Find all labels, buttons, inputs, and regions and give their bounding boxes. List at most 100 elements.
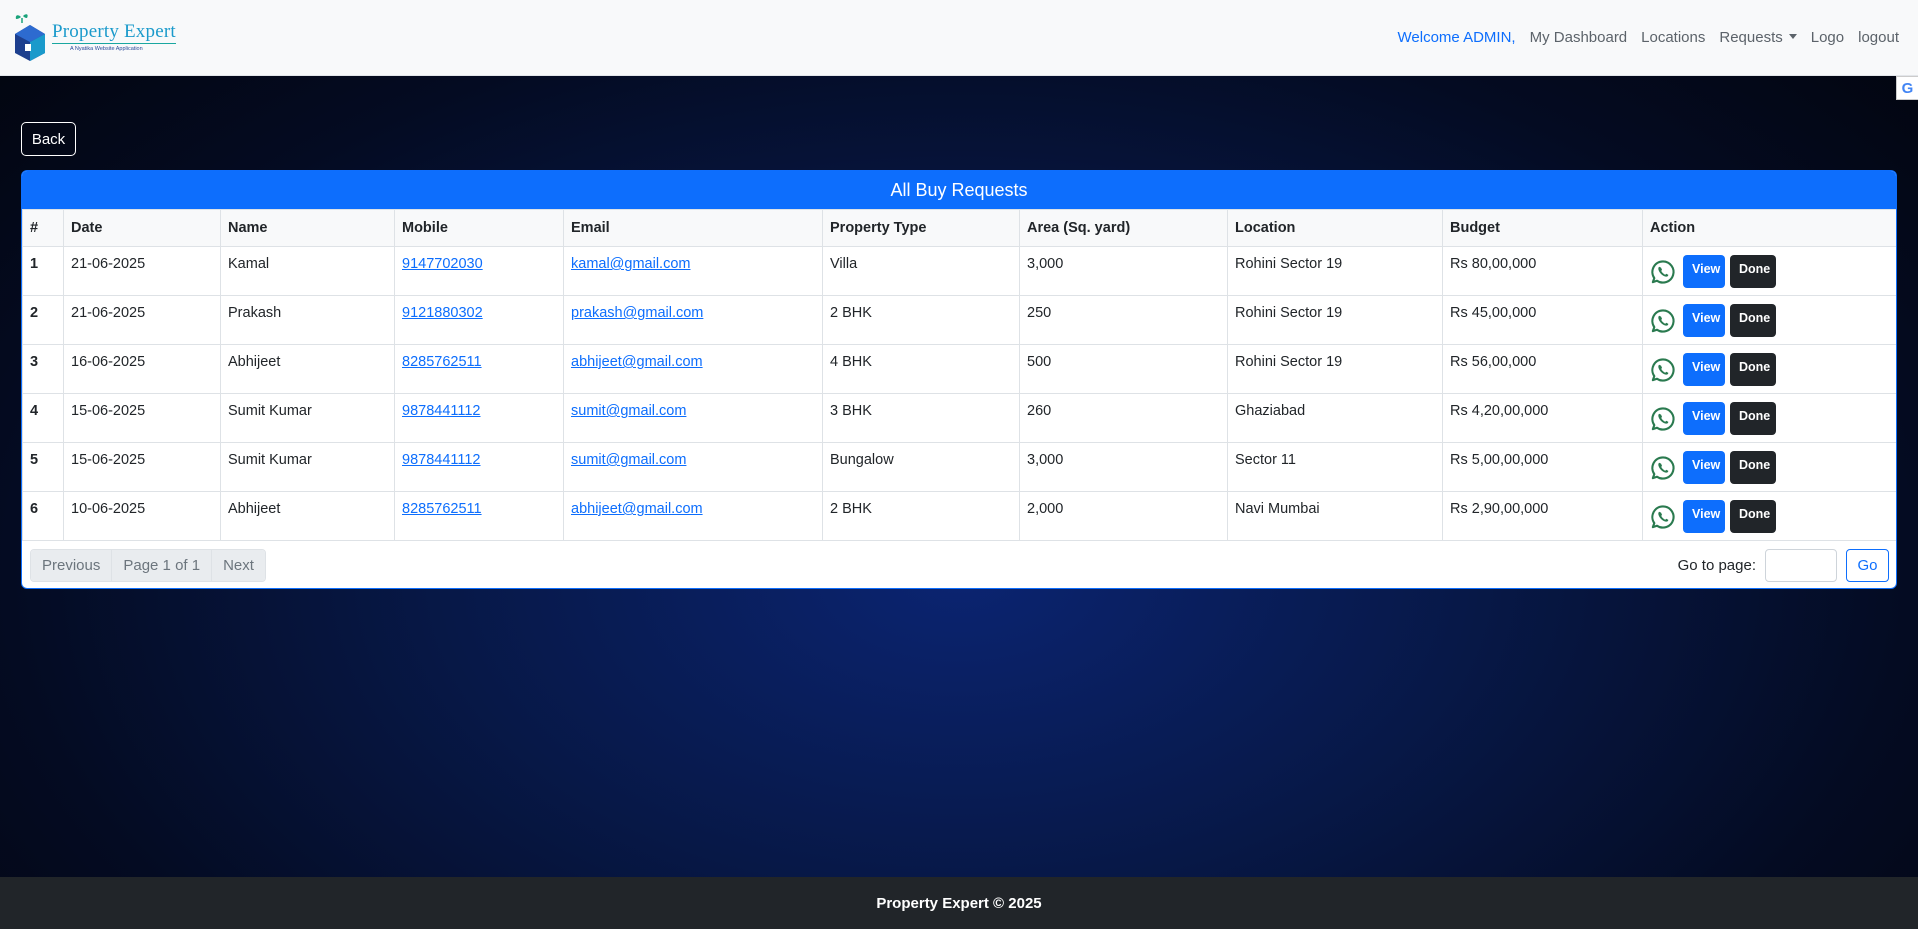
mobile-link[interactable]: 8285762511 (402, 354, 482, 370)
cell-action: View Done (1642, 491, 1896, 541)
cell-property-type: 2 BHK (822, 491, 1020, 541)
done-button[interactable]: Done (1730, 304, 1776, 337)
table-row: 1 21-06-2025 Kamal 9147702030 kamal@gmail.co… (22, 246, 1896, 296)
cell-mobile: 8285762511 (394, 491, 564, 541)
email-link[interactable]: abhijeet@gmail.com (571, 501, 703, 517)
view-button[interactable]: View (1683, 304, 1725, 337)
nav-link-logout[interactable]: logout (1851, 29, 1906, 46)
whatsapp-icon[interactable] (1650, 504, 1676, 530)
column-header: Area (Sq. yard) (1019, 209, 1228, 247)
table-row: 4 15-06-2025 Sumit Kumar 9878441112 sumit@gm… (22, 393, 1896, 443)
cell-action: View Done (1642, 344, 1896, 394)
cell-name: Prakash (220, 295, 395, 345)
whatsapp-icon[interactable] (1650, 406, 1676, 432)
email-link[interactable]: sumit@gmail.com (571, 403, 686, 419)
page-info: Page 1 of 1 (112, 550, 213, 581)
cell-property-type: Villa (822, 246, 1020, 296)
cell-index: 4 (22, 393, 64, 443)
cell-budget: Rs 5,00,00,000 (1442, 442, 1643, 492)
cell-index: 2 (22, 295, 64, 345)
table-row: 6 10-06-2025 Abhijeet 8285762511 abhijeet@gm… (22, 491, 1896, 541)
email-link[interactable]: prakash@gmail.com (571, 305, 703, 321)
column-header: Location (1227, 209, 1443, 247)
goto-page-input[interactable] (1765, 549, 1837, 582)
cell-mobile: 8285762511 (394, 344, 564, 394)
cell-location: Rohini Sector 19 (1227, 295, 1443, 345)
action-group: View Done (1650, 451, 1891, 484)
table-header-row: # Date Name Mobile Email Property Type A… (22, 209, 1896, 247)
cell-email: prakash@gmail.com (563, 295, 823, 345)
whatsapp-icon[interactable] (1650, 308, 1676, 334)
nav-link-dashboard[interactable]: My Dashboard (1523, 29, 1635, 46)
cell-budget: Rs 80,00,000 (1442, 246, 1643, 296)
nav-dropdown-requests[interactable]: Requests (1712, 29, 1803, 46)
house-logo-icon (15, 13, 45, 61)
table-row: 5 15-06-2025 Sumit Kumar 9878441112 sumit@gm… (22, 442, 1896, 492)
caret-down-icon (1788, 34, 1797, 39)
cell-area: 3,000 (1019, 246, 1228, 296)
previous-page-button[interactable]: Previous (31, 550, 113, 581)
buy-requests-card: All Buy Requests # Date Name Mobile Emai… (21, 170, 1897, 589)
nav-requests-label: Requests (1719, 29, 1783, 46)
done-button[interactable]: Done (1730, 500, 1776, 533)
google-translate-icon[interactable]: G (1896, 76, 1918, 100)
mobile-link[interactable]: 9147702030 (402, 256, 483, 272)
table-row: 3 16-06-2025 Abhijeet 8285762511 abhijeet@gm… (22, 344, 1896, 394)
brand-logo[interactable]: Property Expert A Nyatika Website Applic… (12, 8, 176, 68)
mobile-link[interactable]: 8285762511 (402, 501, 482, 517)
done-button[interactable]: Done (1730, 255, 1776, 288)
cell-location: Rohini Sector 19 (1227, 246, 1443, 296)
email-link[interactable]: sumit@gmail.com (571, 452, 686, 468)
goto-page-group: Go to page: Go (1678, 549, 1889, 582)
column-header: Email (563, 209, 823, 247)
pagination-bar: Previous Page 1 of 1 Next Go to page: Go (22, 541, 1896, 588)
goto-page-label: Go to page: (1677, 557, 1756, 574)
cell-index: 3 (22, 344, 64, 394)
brand-tagline: A Nyatika Website Application (70, 46, 143, 53)
column-header: Name (220, 209, 395, 247)
action-group: View Done (1650, 402, 1891, 435)
next-page-button[interactable]: Next (212, 550, 265, 581)
back-button[interactable]: Back (21, 122, 76, 156)
view-button[interactable]: View (1683, 500, 1725, 533)
nav-link-locations[interactable]: Locations (1634, 29, 1712, 46)
cell-name: Sumit Kumar (220, 393, 395, 443)
cell-name: Kamal (220, 246, 395, 296)
nav-link-logo[interactable]: Logo (1804, 29, 1851, 46)
cell-email: abhijeet@gmail.com (563, 491, 823, 541)
column-header: Action (1642, 209, 1896, 247)
cell-budget: Rs 2,90,00,000 (1442, 491, 1643, 541)
column-header: Mobile (394, 209, 564, 247)
mobile-link[interactable]: 9121880302 (402, 305, 483, 321)
cell-email: abhijeet@gmail.com (563, 344, 823, 394)
view-button[interactable]: View (1683, 402, 1725, 435)
mobile-link[interactable]: 9878441112 (402, 403, 481, 419)
cell-action: View Done (1642, 393, 1896, 443)
cell-name: Abhijeet (220, 344, 395, 394)
view-button[interactable]: View (1683, 451, 1725, 484)
cell-area: 250 (1019, 295, 1228, 345)
done-button[interactable]: Done (1730, 353, 1776, 386)
mobile-link[interactable]: 9878441112 (402, 452, 481, 468)
done-button[interactable]: Done (1730, 451, 1776, 484)
whatsapp-icon[interactable] (1650, 259, 1676, 285)
cell-location: Ghaziabad (1227, 393, 1443, 443)
cell-date: 15-06-2025 (63, 442, 221, 492)
email-link[interactable]: abhijeet@gmail.com (571, 354, 703, 370)
view-button[interactable]: View (1683, 353, 1725, 386)
column-header: Budget (1442, 209, 1643, 247)
whatsapp-icon[interactable] (1650, 357, 1676, 383)
done-button[interactable]: Done (1730, 402, 1776, 435)
cell-index: 6 (22, 491, 64, 541)
column-header: Property Type (822, 209, 1020, 247)
view-button[interactable]: View (1683, 255, 1725, 288)
footer: Property Expert © 2025 (0, 877, 1918, 929)
cell-mobile: 9878441112 (394, 393, 564, 443)
action-group: View Done (1650, 255, 1891, 288)
whatsapp-icon[interactable] (1650, 455, 1676, 481)
table-row: 2 21-06-2025 Prakash 9121880302 prakash@gmai… (22, 295, 1896, 345)
cell-email: sumit@gmail.com (563, 442, 823, 492)
nav-links: Welcome ADMIN, My Dashboard Locations Re… (1391, 29, 1906, 46)
email-link[interactable]: kamal@gmail.com (571, 256, 690, 272)
go-button[interactable]: Go (1846, 549, 1889, 582)
